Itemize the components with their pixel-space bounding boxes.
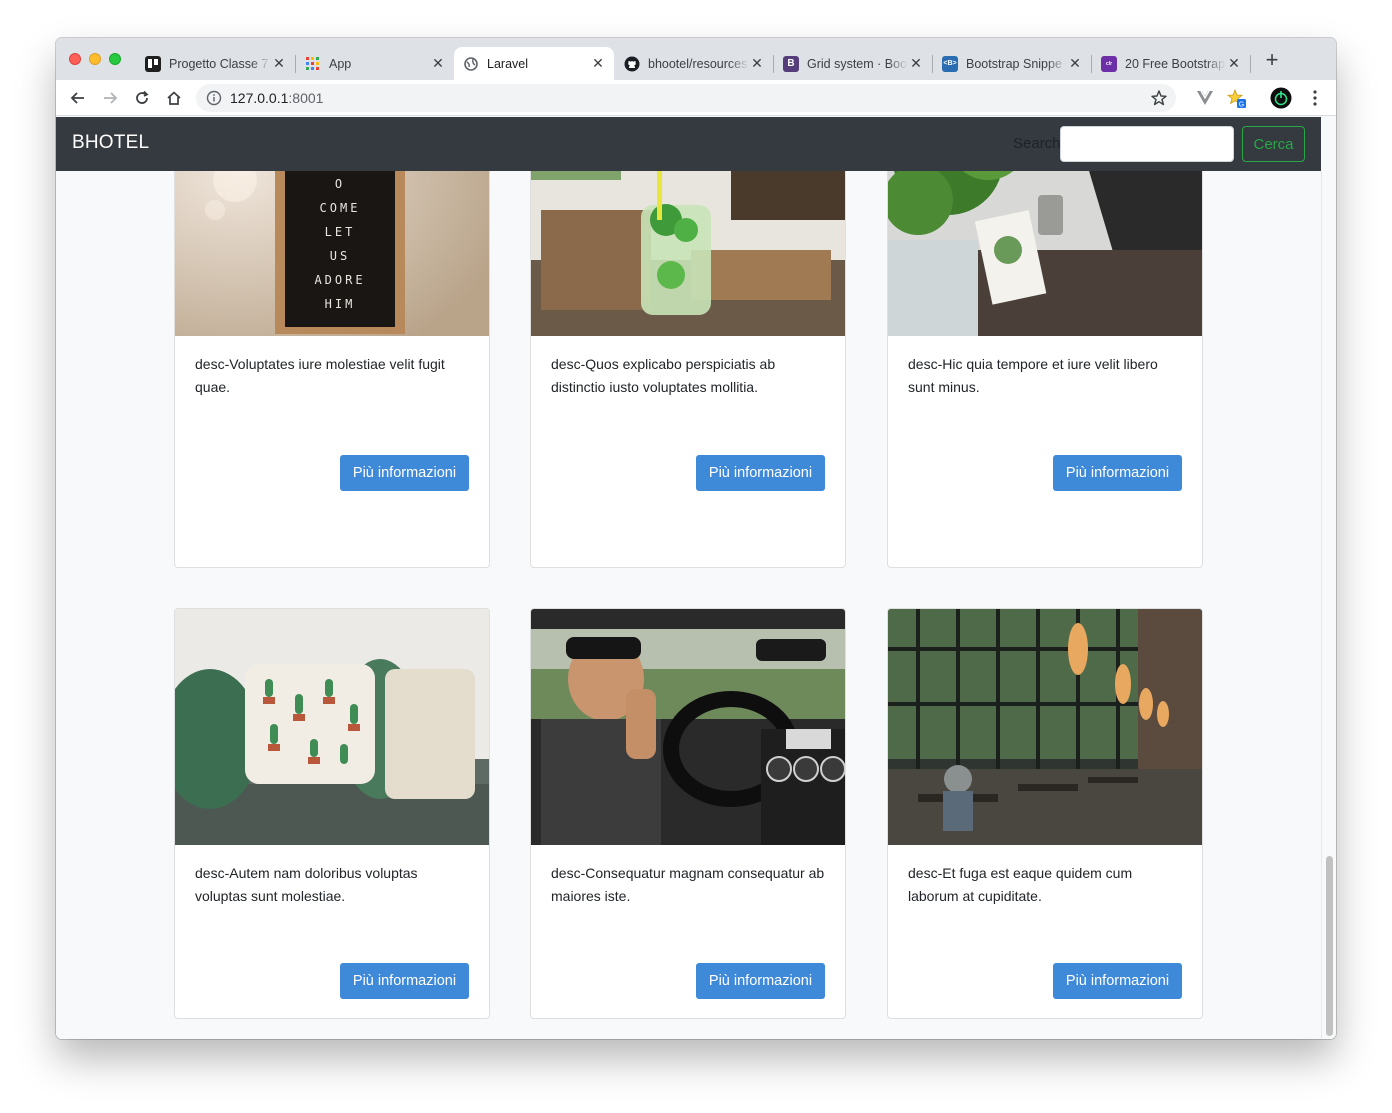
svg-text:COME: COME [320,201,361,215]
svg-text:ADORE: ADORE [314,273,365,287]
trello-icon [145,55,161,72]
tab-title: App [329,56,352,71]
tab-app[interactable]: App ✕ [296,47,454,80]
room-card: desc-Autem nam doloribus voluptas volupt… [174,608,490,1019]
close-tab-icon[interactable]: ✕ [430,55,446,72]
tab-title: Bootstrap Snippe [966,56,1062,71]
more-info-button[interactable]: Più informazioni [1053,963,1182,999]
tab-title: Progetto Classe 7 [169,56,269,71]
info-icon[interactable] [206,90,222,106]
card-description: desc-Et fuga est eaque quidem cum laboru… [908,865,1133,904]
svg-text:LET: LET [325,225,356,239]
url-port: :8001 [288,90,324,106]
more-info-button[interactable]: Più informazioni [1053,455,1182,491]
menu-kebab-icon[interactable] [1304,87,1326,109]
forward-arrow-icon [104,92,118,104]
github-icon [624,56,640,72]
room-card: O COME LET US ADORE HIM desc-Voluptates … [174,117,490,568]
apps-grid-icon [305,56,321,72]
card-description: desc-Hic quia tempore et iure velit libe… [908,356,1158,395]
tab-strip: Progetto Classe 7 ✕ App ✕ Laravel ✕ bhoo… [56,38,1336,80]
url-host: 127.0.0.1 [230,90,289,106]
close-tab-icon[interactable]: ✕ [271,55,287,72]
browser-toolbar: 127.0.0.1:8001 G [56,80,1336,116]
close-tab-icon[interactable]: ✕ [908,55,924,72]
search-label: Search [1013,135,1061,152]
tab-title: Laravel [487,56,528,71]
top-navbar: BHOTEL Search Cerca [56,117,1321,171]
bootsnipp-icon: <B> [942,55,958,72]
card-description: desc-Consequatur magnam consequatur ab m… [551,865,825,904]
zoom-window-button[interactable] [109,53,121,65]
tab-bootstrap-snippets[interactable]: <B> Bootstrap Snippe ✕ [933,47,1092,80]
card-description: desc-Quos explicabo perspiciatis ab dist… [551,356,776,395]
home-icon [167,91,181,105]
tab-progetto-classe[interactable]: Progetto Classe 7 ✕ [136,47,296,80]
page-viewport: O COME LET US ADORE HIM desc-Voluptates … [56,117,1336,1039]
globe-icon [463,56,479,72]
colorlib-icon: clr [1101,55,1117,72]
card-description: desc-Voluptates iure molestiae velit fug… [195,356,445,395]
tab-title: 20 Free Bootstrap [1125,56,1226,71]
scrollbar-thumb[interactable] [1326,856,1333,1036]
vertical-scrollbar[interactable] [1321,171,1336,1039]
svg-text:O: O [335,177,345,191]
close-tab-icon[interactable]: ✕ [749,55,765,72]
room-card: desc-Quos explicabo perspiciatis ab dist… [530,117,846,568]
room-card: desc-Et fuga est eaque quidem cum laboru… [887,608,1203,1019]
room-card: desc-Hic quia tempore et iure velit libe… [887,117,1203,568]
search-input[interactable] [1060,126,1234,162]
car-driver-photo [531,609,845,845]
tab-title: bhootel/resources [648,56,748,71]
back-arrow-icon [70,92,84,104]
more-info-button[interactable]: Più informazioni [340,963,469,999]
bookmark-star-icon[interactable] [1150,89,1168,107]
tab-title: Grid system · Boo [807,56,908,71]
tab-grid-system[interactable]: B Grid system · Boo ✕ [774,47,933,80]
restaurant-interior-photo [888,609,1202,845]
more-info-button[interactable]: Più informazioni [340,455,469,491]
close-window-button[interactable] [69,53,81,65]
home-button[interactable] [162,86,186,110]
card-description: desc-Autem nam doloribus voluptas volupt… [195,865,418,904]
new-tab-button[interactable]: + [1262,49,1282,71]
more-info-button[interactable]: Più informazioni [696,455,825,491]
back-button[interactable] [66,86,90,110]
search-button[interactable]: Cerca [1242,126,1305,162]
address-bar[interactable]: 127.0.0.1:8001 [196,84,1176,112]
tab-github[interactable]: bhootel/resources ✕ [615,47,774,80]
brand-logo[interactable]: BHOTEL [72,132,149,154]
forward-button[interactable] [98,86,122,110]
reload-icon [136,90,149,104]
more-info-button[interactable]: Più informazioni [696,963,825,999]
power-extension-icon[interactable] [1270,87,1292,109]
vue-devtools-icon[interactable] [1194,87,1216,109]
tab-laravel[interactable]: Laravel ✕ [454,47,614,80]
browser-window: Progetto Classe 7 ✕ App ✕ Laravel ✕ bhoo… [56,38,1336,1039]
room-card: desc-Consequatur magnam consequatur ab m… [530,608,846,1019]
close-tab-icon[interactable]: ✕ [1226,55,1242,72]
bootstrap-icon: B [783,55,799,72]
cactus-pillow-photo [175,609,489,845]
svg-text:G: G [1239,102,1244,109]
bookmark-extension-icon[interactable]: G [1226,87,1248,109]
minimize-window-button[interactable] [89,53,101,65]
svg-text:HIM: HIM [325,297,356,311]
close-tab-icon[interactable]: ✕ [1067,55,1083,72]
close-tab-icon[interactable]: ✕ [590,55,606,72]
svg-text:US: US [330,249,350,263]
reload-button[interactable] [130,86,154,110]
tab-free-bootstrap[interactable]: clr 20 Free Bootstrap ✕ [1092,47,1251,80]
